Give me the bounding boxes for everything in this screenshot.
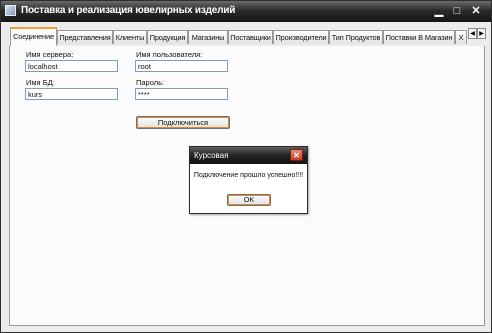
tab-products[interactable]: Продукция — [147, 30, 188, 44]
tab-connection[interactable]: Соединение — [10, 27, 57, 46]
db-name-label: Имя БД: — [26, 78, 55, 87]
close-button[interactable]: ✕ — [468, 4, 484, 18]
tab-stores[interactable]: Магазины — [188, 30, 228, 44]
dialog-message: Подключение прошло успешно!!!! — [193, 172, 304, 179]
dialog-ok-button[interactable]: OK — [227, 194, 271, 206]
dialog-title: Курсовая — [194, 151, 229, 160]
dialog-title-bar[interactable]: Курсовая ✕ — [190, 147, 307, 164]
connect-button[interactable]: Подключиться — [136, 116, 230, 129]
title-bar[interactable]: Поставка и реализация ювелирных изделий … — [1, 1, 491, 22]
app-icon — [5, 5, 16, 16]
server-name-label: Имя сервера: — [26, 50, 74, 59]
tab-store-deliveries[interactable]: Поставки В Магазин — [383, 30, 455, 44]
tab-strip: Соединение Представления Клиенты Продукц… — [9, 27, 486, 47]
maximize-button[interactable]: □ — [449, 4, 465, 18]
tab-scroll-left-icon[interactable]: ◀ — [468, 28, 477, 39]
tab-clients[interactable]: Клиенты — [113, 30, 147, 44]
minimize-button[interactable]: ▁ — [431, 4, 447, 18]
username-input[interactable]: root — [135, 60, 228, 72]
password-input[interactable]: **** — [135, 88, 228, 100]
dialog-close-icon[interactable]: ✕ — [290, 149, 303, 161]
db-name-input[interactable]: kurs — [25, 88, 118, 100]
message-dialog: Курсовая ✕ Подключение прошло успешно!!!… — [189, 146, 308, 214]
tab-overflow[interactable]: Х — [455, 30, 467, 44]
username-label: Имя пользователя: — [136, 50, 203, 59]
tab-views[interactable]: Представления — [57, 30, 113, 44]
server-name-input[interactable]: localhost — [25, 60, 118, 72]
tab-manufacturers[interactable]: Производители — [273, 30, 329, 44]
tab-scroll-right-icon[interactable]: ▶ — [477, 28, 486, 39]
tab-suppliers[interactable]: Поставщики — [228, 30, 273, 44]
dialog-body: Подключение прошло успешно!!!! OK — [190, 164, 307, 213]
app-window: Поставка и реализация ювелирных изделий … — [0, 0, 492, 333]
password-label: Пароль: — [136, 78, 165, 87]
tab-product-types[interactable]: Тип Продуктов — [329, 30, 383, 44]
window-title: Поставка и реализация ювелирных изделий — [21, 5, 236, 16]
